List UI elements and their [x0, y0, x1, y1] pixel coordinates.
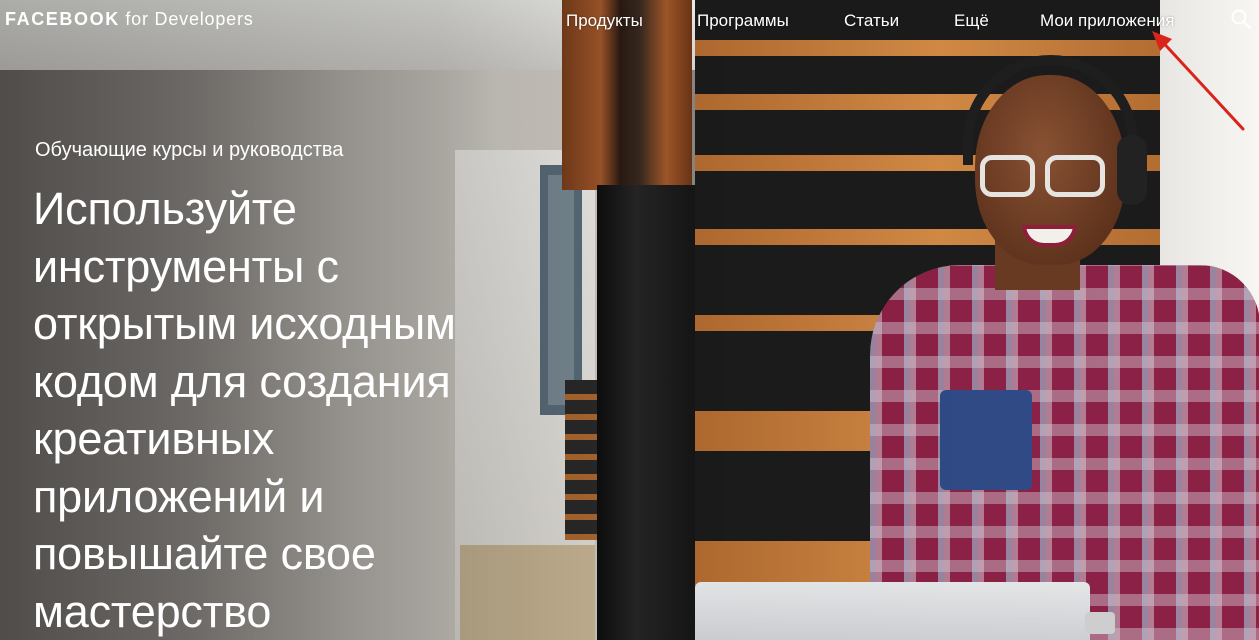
- headline-line: кодом для создания: [33, 355, 451, 407]
- headline-line: креативных: [33, 413, 275, 464]
- headline-line: мастерство: [33, 585, 272, 637]
- nav-item-articles[interactable]: Статьи: [844, 11, 899, 31]
- headline-line: повышайте свое: [33, 528, 376, 579]
- nav-item-products[interactable]: Продукты: [566, 11, 643, 31]
- hero-headline: Используйте инструменты с открытым исход…: [33, 180, 523, 640]
- nav-item-programs[interactable]: Программы: [697, 11, 789, 31]
- nav-item-more[interactable]: Ещё: [954, 11, 989, 31]
- facebook-for-developers-logo[interactable]: FACEBOOK for Developers: [5, 9, 254, 30]
- hero-eyebrow: Обучающие курсы и руководства: [35, 139, 344, 161]
- headline-line: открытым исходным: [33, 298, 456, 349]
- headline-line: приложений и: [33, 470, 325, 522]
- headline-line: Используйте: [33, 183, 297, 234]
- logo-suffix: for Developers: [125, 9, 254, 29]
- headline-line: инструменты с: [33, 240, 339, 292]
- red-annotation-arrow-icon: [1152, 31, 1245, 131]
- top-navigation-bar: FACEBOOK for Developers Продукты Програм…: [0, 0, 1259, 42]
- logo-brand: FACEBOOK: [5, 9, 120, 29]
